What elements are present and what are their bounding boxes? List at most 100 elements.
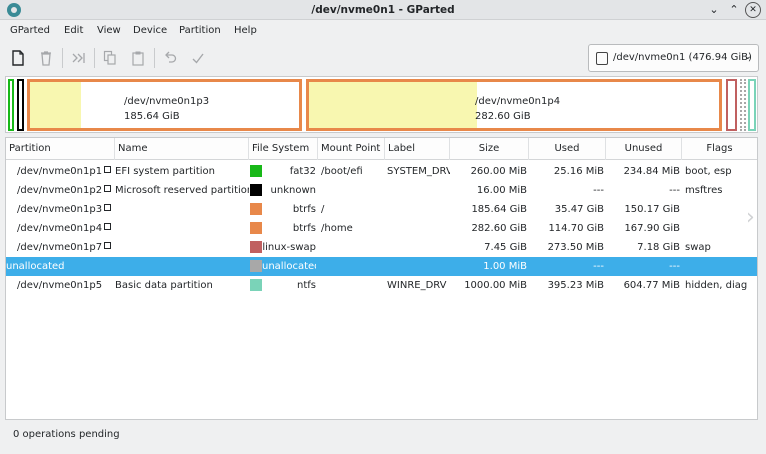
cell-unused: 7.18 GiB	[637, 242, 680, 253]
cell-mount-point	[321, 257, 385, 276]
diskmap-p2[interactable]	[17, 79, 24, 131]
menu-gparted[interactable]: GParted	[10, 25, 50, 36]
table-header: Partition Name File System Mount Point L…	[6, 138, 757, 160]
cell-size: 282.60 GiB	[471, 223, 527, 234]
cell-name: Basic data partition	[115, 280, 213, 291]
cell-size: 7.45 GiB	[484, 242, 527, 253]
cell-name	[115, 200, 249, 219]
fs-color-swatch	[250, 184, 262, 196]
cell-unused: 234.84 MiB	[623, 166, 680, 177]
cell-partition: /dev/nvme0n1p4	[17, 219, 114, 238]
column-unused[interactable]: Unused	[606, 138, 682, 160]
maximize-icon[interactable]: ⌃	[726, 2, 742, 18]
menu-view[interactable]: View	[97, 25, 121, 36]
cell-mount-point	[321, 238, 385, 257]
cell-label	[387, 181, 450, 200]
table-row[interactable]: /dev/nvme0n1p4 btrfs/home 282.60 GiB 114.70…	[6, 219, 757, 238]
cell-name	[115, 219, 249, 238]
table-row[interactable]: /dev/nvme0n1p1 EFI system partition fat32 /…	[6, 162, 757, 181]
lock-icon	[104, 204, 112, 211]
cell-mount-point	[321, 276, 385, 295]
cell-label: WINRE_DRV	[387, 280, 447, 291]
menu-bar: GParted Edit View Device Partition Help	[0, 21, 766, 41]
device-selector[interactable]: /dev/nvme0n1 (476.94 GiB) ⌄	[588, 44, 759, 72]
table-row[interactable]: /dev/nvme0n1p2 Microsoft reserved partiti…	[6, 181, 757, 200]
lock-icon	[104, 185, 112, 192]
table-row[interactable]: unallocated unallocated 1.00 MiB --- ---	[6, 257, 757, 276]
column-label[interactable]: Label	[385, 138, 450, 160]
diskmap-p3-name: /dev/nvme0n1p3	[124, 96, 210, 107]
menu-partition[interactable]: Partition	[179, 25, 221, 36]
cell-file-system: btrfs	[292, 204, 316, 215]
diskmap-p4[interactable]: /dev/nvme0n1p4 282.60 GiB	[306, 79, 722, 131]
diskmap-unallocated[interactable]	[740, 79, 746, 131]
cell-partition: /dev/nvme0n1p7	[17, 238, 114, 257]
menu-device[interactable]: Device	[133, 25, 167, 36]
cell-flags: msftres	[685, 185, 723, 196]
title-bar: /dev/nvme0n1 - GParted ⌄ ⌃ ✕	[0, 0, 766, 20]
cell-name: Microsoft reserved partition	[115, 185, 249, 196]
disk-map: /dev/nvme0n1p3 185.64 GiB /dev/nvme0n1p4…	[5, 76, 758, 133]
status-bar: 0 operations pending	[0, 424, 766, 446]
chevron-right-icon: ›	[746, 205, 755, 230]
lock-icon	[104, 242, 112, 249]
menu-help[interactable]: Help	[234, 25, 257, 36]
column-file-system[interactable]: File System	[249, 138, 318, 160]
cell-size: 1.00 MiB	[483, 261, 527, 272]
fs-color-swatch	[250, 165, 262, 177]
column-partition[interactable]: Partition	[6, 138, 115, 160]
window-title: /dev/nvme0n1 - GParted	[311, 4, 455, 16]
minimize-icon[interactable]: ⌄	[706, 2, 722, 18]
cell-used: ---	[593, 185, 604, 196]
table-row[interactable]: /dev/nvme0n1p7 linux-swap 7.45 GiB 273.50 M…	[6, 238, 757, 257]
cell-file-system: unallocated	[262, 261, 316, 272]
copy-icon[interactable]	[102, 50, 118, 66]
cell-name	[115, 238, 249, 257]
table-row[interactable]: /dev/nvme0n1p5 Basic data partition ntfs WI…	[6, 276, 757, 295]
paste-icon[interactable]	[130, 50, 146, 66]
cell-mount-point: /	[321, 204, 325, 215]
resize-move-icon[interactable]	[70, 50, 86, 66]
diskmap-p4-name: /dev/nvme0n1p4	[475, 96, 561, 107]
cell-unused: ---	[669, 185, 680, 196]
cell-size: 16.00 MiB	[476, 185, 527, 196]
cell-used: 35.47 GiB	[554, 204, 604, 215]
lock-icon	[104, 166, 112, 173]
cell-partition: /dev/nvme0n1p3	[17, 200, 114, 219]
cell-file-system: ntfs	[297, 280, 316, 291]
cell-flags: swap	[685, 242, 711, 253]
device-label: /dev/nvme0n1 (476.94 GiB)	[613, 52, 752, 63]
diskmap-p3-size: 185.64 GiB	[124, 111, 180, 122]
column-flags[interactable]: Flags	[682, 138, 757, 160]
diskmap-p3[interactable]: /dev/nvme0n1p3 185.64 GiB	[27, 79, 302, 131]
diskmap-p5[interactable]	[748, 79, 756, 131]
cell-size: 1000.00 MiB	[464, 280, 527, 291]
cell-partition: /dev/nvme0n1p5	[17, 280, 103, 291]
cell-partition: /dev/nvme0n1p1	[17, 162, 114, 181]
close-icon[interactable]: ✕	[745, 2, 761, 18]
cell-unused: 167.90 GiB	[624, 223, 680, 234]
delete-icon[interactable]	[38, 50, 54, 66]
undo-icon[interactable]	[162, 50, 178, 66]
column-size[interactable]: Size	[450, 138, 529, 160]
lock-icon	[104, 223, 112, 230]
column-name[interactable]: Name	[115, 138, 249, 160]
cell-label	[387, 238, 450, 257]
column-used[interactable]: Used	[529, 138, 606, 160]
cell-mount-point: /home	[321, 223, 353, 234]
cell-used: 273.50 MiB	[547, 242, 604, 253]
fs-color-swatch	[250, 279, 262, 291]
apply-icon[interactable]	[190, 50, 206, 66]
diskmap-p1[interactable]	[8, 79, 14, 131]
table-row[interactable]: /dev/nvme0n1p3 btrfs / 185.64 GiB 35.47 GiB 1…	[6, 200, 757, 219]
fs-color-swatch	[250, 241, 262, 253]
cell-flags: hidden, diag	[685, 280, 748, 291]
menu-edit[interactable]: Edit	[64, 25, 83, 36]
cell-unused: 150.17 GiB	[624, 204, 680, 215]
column-mount-point[interactable]: Mount Point	[318, 138, 385, 160]
cell-label	[387, 257, 450, 276]
chevron-down-icon: ⌄	[743, 51, 752, 62]
diskmap-p7[interactable]	[726, 79, 737, 131]
new-icon[interactable]	[10, 50, 26, 66]
cell-file-system: linux-swap	[262, 242, 316, 253]
